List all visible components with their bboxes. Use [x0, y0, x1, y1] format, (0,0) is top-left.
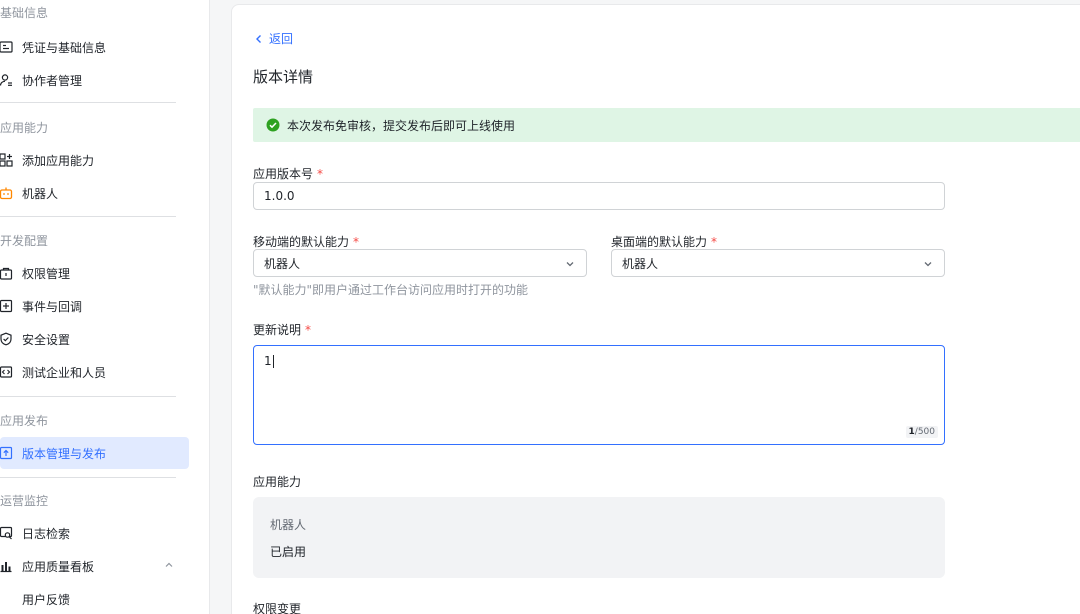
desktop-default-label: 桌面端的默认能力 *	[611, 235, 718, 249]
shield-icon	[0, 332, 13, 346]
sidebar-item-label: 安全设置	[22, 332, 71, 347]
sidebar-item-quality-board[interactable]: 应用质量看板	[0, 550, 189, 582]
chevron-down-icon	[924, 262, 932, 267]
sidebar-item-robot[interactable]: 机器人	[0, 177, 189, 209]
sidebar-item-label: 用户反馈	[22, 592, 71, 607]
sidebar-divider	[0, 396, 176, 397]
sidebar-item-label: 版本管理与发布	[22, 446, 107, 461]
log-search-icon	[0, 526, 13, 540]
capability-name: 机器人	[270, 518, 307, 532]
sidebar-item-label: 凭证与基础信息	[22, 40, 107, 55]
sidebar-item-label: 日志检索	[22, 526, 71, 541]
mobile-default-label: 移动端的默认能力 *	[253, 235, 360, 249]
sidebar-item-label: 添加应用能力	[22, 153, 95, 168]
event-icon	[0, 299, 13, 313]
capability-status: 已启用	[270, 545, 307, 559]
chevron-down-icon	[566, 262, 574, 267]
id-card-icon	[0, 40, 13, 54]
sidebar-divider	[0, 477, 176, 478]
group-title-capabilities: 应用能力	[0, 121, 49, 135]
sidebar-item-credentials[interactable]: 凭证与基础信息	[0, 31, 189, 63]
code-icon	[0, 365, 13, 379]
back-label: 返回	[269, 32, 294, 46]
sidebar-item-label: 事件与回调	[22, 299, 83, 314]
sidebar-item-security[interactable]: 安全设置	[0, 323, 189, 355]
chevron-left-icon	[256, 34, 261, 43]
sidebar-item-label: 应用质量看板	[22, 559, 95, 574]
lock-icon	[0, 266, 13, 280]
sidebar: 基础信息 凭证与基础信息 协作者管理 应用能力 添加应用能力 机器人 开发配置 …	[0, 0, 210, 614]
robot-icon	[0, 186, 13, 200]
sidebar-item-permissions[interactable]: 权限管理	[0, 257, 189, 289]
capabilities-label: 应用能力	[253, 475, 302, 489]
sidebar-item-events[interactable]: 事件与回调	[0, 290, 189, 322]
notice-text: 本次发布免审核，提交发布后即可上线使用	[287, 118, 516, 133]
back-link[interactable]: 返回	[254, 30, 293, 47]
sidebar-divider	[0, 102, 176, 103]
release-notes-textarea[interactable]: 1 1/500	[253, 345, 945, 445]
sidebar-item-label: 协作者管理	[22, 73, 83, 88]
group-title-dev-config: 开发配置	[0, 234, 49, 248]
sidebar-item-label: 权限管理	[22, 266, 71, 281]
grid-add-icon	[0, 153, 13, 167]
sidebar-item-log-search[interactable]: 日志检索	[0, 517, 189, 549]
sidebar-divider	[0, 216, 176, 217]
sidebar-item-label: 测试企业和人员	[22, 365, 107, 380]
chevron-up-icon[interactable]	[163, 559, 175, 571]
sidebar-item-test-org[interactable]: 测试企业和人员	[0, 356, 189, 388]
group-title-operations: 运营监控	[0, 494, 49, 508]
sidebar-item-label: 机器人	[22, 186, 59, 201]
sidebar-item-feedback[interactable]: 用户反馈	[0, 583, 189, 614]
check-circle-icon	[266, 118, 280, 132]
user-manage-icon	[0, 73, 13, 87]
sidebar-item-collaborators[interactable]: 协作者管理	[0, 64, 189, 96]
permissions-change-label: 权限变更	[253, 602, 302, 614]
desktop-default-select[interactable]: 机器人	[611, 249, 945, 277]
version-label: 应用版本号 *	[253, 167, 324, 181]
mobile-default-select[interactable]: 机器人	[253, 249, 587, 277]
upload-icon	[0, 446, 13, 460]
notice-banner: 本次发布免审核，提交发布后即可上线使用	[253, 108, 1080, 142]
capability-card: 机器人 已启用	[253, 497, 945, 578]
char-counter: 1/500	[905, 426, 938, 438]
group-title-basic: 基础信息	[0, 6, 49, 20]
text-caret	[272, 355, 274, 368]
version-input[interactable]: 1.0.0	[253, 182, 945, 210]
default-capability-hint: "默认能力"即用户通过工作台访问应用时打开的功能	[253, 283, 529, 297]
release-notes-label: 更新说明 *	[253, 323, 312, 337]
bar-chart-icon	[0, 559, 13, 573]
group-title-release: 应用发布	[0, 414, 49, 428]
page-title: 版本详情	[253, 68, 314, 86]
sidebar-item-add-capability[interactable]: 添加应用能力	[0, 144, 189, 176]
sidebar-item-version-release[interactable]: 版本管理与发布	[0, 437, 189, 469]
